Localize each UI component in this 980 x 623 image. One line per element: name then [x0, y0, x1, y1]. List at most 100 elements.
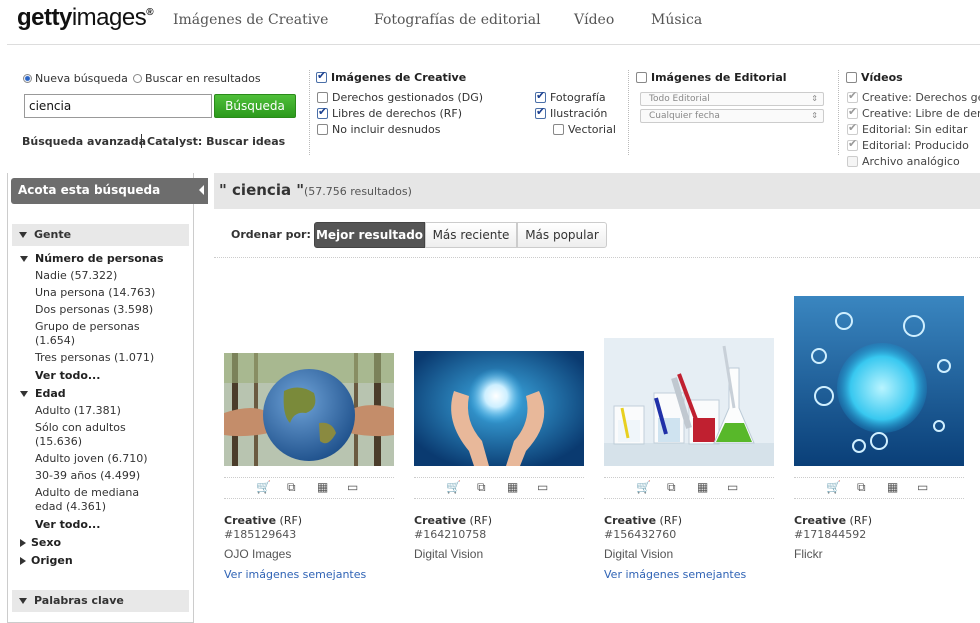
add-to-lightbox-icon[interactable]: ⧉ — [857, 480, 866, 495]
expand-right-icon — [20, 539, 26, 547]
editorial-images-checkbox[interactable]: Imágenes de Editorial — [636, 71, 787, 84]
tools-divider — [794, 477, 964, 478]
vector-checkbox[interactable]: Vectorial — [553, 123, 616, 136]
editorial-date-select[interactable]: Cualquier fecha — [640, 109, 824, 123]
gettyimages-logo[interactable]: gettyimages® — [17, 4, 154, 32]
result-image-lab-glassware[interactable] — [604, 338, 774, 466]
image-source[interactable]: OJO Images — [224, 547, 291, 561]
price-calculator-icon[interactable]: ▦ — [887, 480, 898, 494]
comp-download-icon[interactable]: ▭ — [727, 480, 738, 494]
expand-right-icon — [20, 557, 26, 565]
image-source[interactable]: Digital Vision — [414, 547, 483, 561]
expand-down-icon — [19, 232, 27, 238]
video-editorial-raw-checkbox[interactable]: Editorial: Sin editar — [847, 121, 968, 136]
filter-nobody[interactable]: Nadie (57.322) — [35, 269, 117, 283]
price-calculator-icon[interactable]: ▦ — [697, 480, 708, 494]
result-image-hands-light[interactable] — [414, 351, 584, 466]
filter-two-people[interactable]: Dos personas (3.598) — [35, 303, 153, 317]
radio-search-within[interactable]: Buscar en resultados — [133, 72, 261, 85]
image-id: #185129643 — [224, 528, 297, 541]
filter-one-person[interactable]: Una persona (14.763) — [35, 286, 155, 300]
photography-checkbox[interactable]: Fotografía — [535, 89, 606, 104]
search-query-title: " ciencia " — [219, 181, 305, 199]
checkbox-icon — [847, 156, 858, 167]
image-license: Creative (RF) — [414, 514, 493, 527]
image-source[interactable]: Digital Vision — [604, 547, 673, 561]
checkbox-checked-icon — [847, 121, 858, 135]
subsection-number-of-people[interactable]: Número de personas — [20, 252, 164, 265]
comp-download-icon[interactable]: ▭ — [917, 480, 928, 494]
editorial-type-select[interactable]: Todo Editorial — [640, 92, 824, 106]
nav-music[interactable]: Música — [651, 12, 702, 28]
subsection-origin[interactable]: Origen — [20, 554, 73, 567]
filter-divider — [838, 70, 839, 155]
filter-divider — [309, 70, 310, 155]
search-input[interactable] — [24, 94, 212, 118]
result-image-blue-bubbles[interactable] — [794, 296, 964, 466]
subsection-age[interactable]: Edad — [20, 387, 66, 400]
expand-down-icon — [20, 256, 28, 262]
link-divider — [141, 134, 142, 148]
add-to-lightbox-icon[interactable]: ⧉ — [477, 480, 486, 495]
similar-images-link[interactable]: Ver imágenes semejantes — [224, 568, 366, 581]
results-count: (57.756 resultados) — [304, 185, 412, 198]
illustration-checkbox[interactable]: Ilustración — [535, 105, 607, 120]
add-to-cart-icon[interactable]: 🛒 — [446, 480, 461, 494]
expand-down-icon — [19, 598, 27, 604]
checkbox-checked-icon — [316, 69, 327, 83]
similar-images-link[interactable]: Ver imágenes semejantes — [604, 568, 746, 581]
creative-images-checkbox[interactable]: Imágenes de Creative — [316, 69, 466, 84]
filter-three-people[interactable]: Tres personas (1.071) — [35, 351, 154, 365]
filter-30-39[interactable]: 30-39 años (4.499) — [35, 469, 140, 483]
add-to-lightbox-icon[interactable]: ⧉ — [667, 480, 676, 495]
see-all-link[interactable]: Ver todo... — [35, 518, 100, 531]
price-calculator-icon[interactable]: ▦ — [317, 480, 328, 494]
royalty-free-checkbox[interactable]: Libres de derechos (RF) — [317, 105, 462, 120]
checkbox-icon — [317, 92, 328, 103]
sort-most-popular-button[interactable]: Más popular — [517, 222, 607, 248]
comp-download-icon[interactable]: ▭ — [537, 480, 548, 494]
section-keywords[interactable]: Palabras clave — [12, 590, 189, 612]
radio-new-search[interactable]: Nueva búsqueda — [23, 72, 128, 85]
filter-adults-only[interactable]: Sólo con adultos (15.636) — [35, 421, 126, 449]
result-image-globe[interactable] — [224, 353, 394, 466]
add-to-cart-icon[interactable]: 🛒 — [636, 480, 651, 494]
refine-search-header[interactable]: Acota esta búsqueda — [11, 178, 208, 204]
nav-video[interactable]: Vídeo — [574, 12, 614, 28]
videos-checkbox[interactable]: Vídeos — [846, 71, 903, 84]
add-to-cart-icon[interactable]: 🛒 — [826, 480, 841, 494]
image-license: Creative (RF) — [224, 514, 303, 527]
checkbox-icon — [846, 72, 857, 83]
search-button[interactable]: Búsqueda — [214, 94, 296, 118]
video-creative-rf-checkbox[interactable]: Creative: Libre de der — [847, 105, 980, 120]
price-calculator-icon[interactable]: ▦ — [507, 480, 518, 494]
video-editorial-produced-checkbox[interactable]: Editorial: Producido — [847, 137, 969, 152]
sort-label: Ordenar por: — [231, 228, 311, 241]
tools-divider — [604, 498, 774, 499]
see-all-link[interactable]: Ver todo... — [35, 369, 100, 382]
catalyst-link[interactable]: Catalyst: Buscar ideas — [147, 135, 285, 148]
add-to-lightbox-icon[interactable]: ⧉ — [287, 480, 296, 495]
image-id: #171844592 — [794, 528, 867, 541]
add-to-cart-icon[interactable]: 🛒 — [256, 480, 271, 494]
subsection-sex[interactable]: Sexo — [20, 536, 61, 549]
comp-download-icon[interactable]: ▭ — [347, 480, 358, 494]
exclude-nudity-checkbox[interactable]: No incluir desnudos — [317, 123, 441, 136]
checkbox-checked-icon — [317, 105, 328, 119]
nav-editorial-photos[interactable]: Fotografías de editorial — [374, 12, 541, 28]
filter-group-of-people[interactable]: Grupo de personas (1.654) — [35, 320, 140, 348]
video-creative-rm-checkbox[interactable]: Creative: Derechos ge — [847, 89, 980, 104]
video-analog-archive-checkbox[interactable]: Archivo analógico — [847, 155, 960, 168]
rights-managed-checkbox[interactable]: Derechos gestionados (DG) — [317, 91, 483, 104]
advanced-search-link[interactable]: Búsqueda avanzada — [22, 135, 146, 148]
section-people[interactable]: Gente — [12, 224, 189, 246]
nav-creative-images[interactable]: Imágenes de Creative — [173, 12, 328, 28]
filter-young-adult[interactable]: Adulto joven (6.710) — [35, 452, 148, 466]
image-source[interactable]: Flickr — [794, 547, 823, 561]
tools-divider — [794, 498, 964, 499]
radio-on-icon — [23, 74, 32, 83]
filter-middle-aged[interactable]: Adulto de mediana edad (4.361) — [35, 486, 139, 514]
sort-most-recent-button[interactable]: Más reciente — [425, 222, 517, 248]
sort-best-match-button[interactable]: Mejor resultado — [314, 222, 425, 248]
filter-adult[interactable]: Adulto (17.381) — [35, 404, 121, 418]
